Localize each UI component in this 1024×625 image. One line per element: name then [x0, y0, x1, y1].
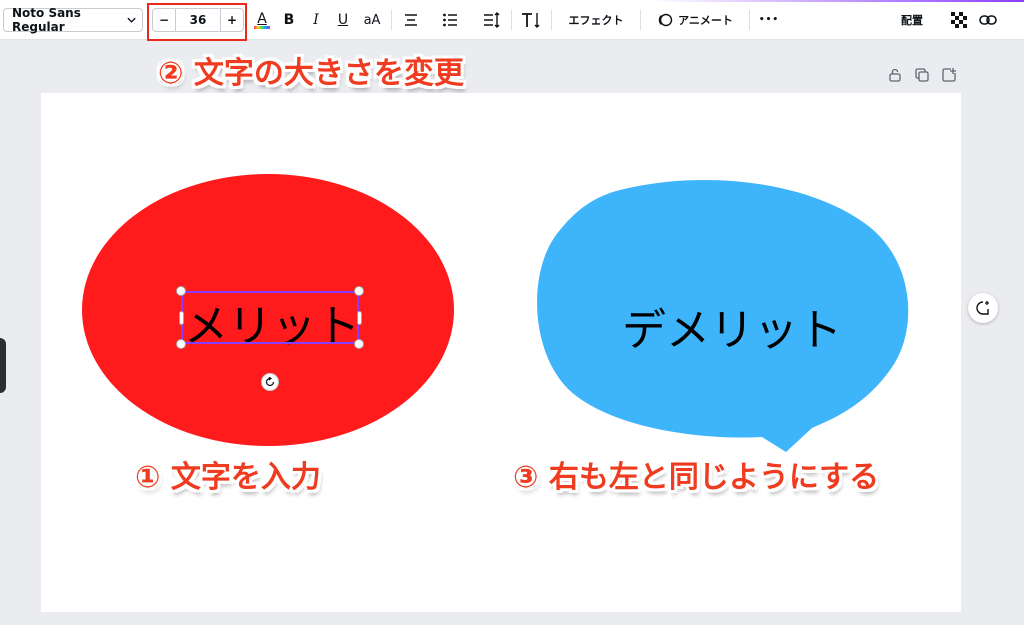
annotation-step-1: ① 文字を入力 — [135, 460, 321, 495]
shapes-layer — [82, 174, 909, 452]
text-selection-box[interactable] — [181, 291, 359, 344]
resize-handle-top-left[interactable] — [176, 286, 186, 296]
annotation-step-3: ③ 右も左と同じようにする — [513, 460, 880, 495]
side-panel-toggle[interactable] — [0, 338, 6, 393]
resize-handle-top-right[interactable] — [354, 286, 364, 296]
resize-handle-right[interactable] — [357, 311, 362, 325]
resize-handle-left[interactable] — [179, 311, 184, 325]
add-comment-icon — [976, 301, 989, 315]
resize-handle-bottom-right[interactable] — [354, 339, 364, 349]
add-comment-button[interactable] — [968, 293, 998, 323]
rotate-handle[interactable] — [261, 373, 279, 391]
rotate-icon — [265, 377, 275, 387]
right-shape-text[interactable]: デメリット — [622, 294, 842, 358]
resize-handle-bottom-left[interactable] — [176, 339, 186, 349]
